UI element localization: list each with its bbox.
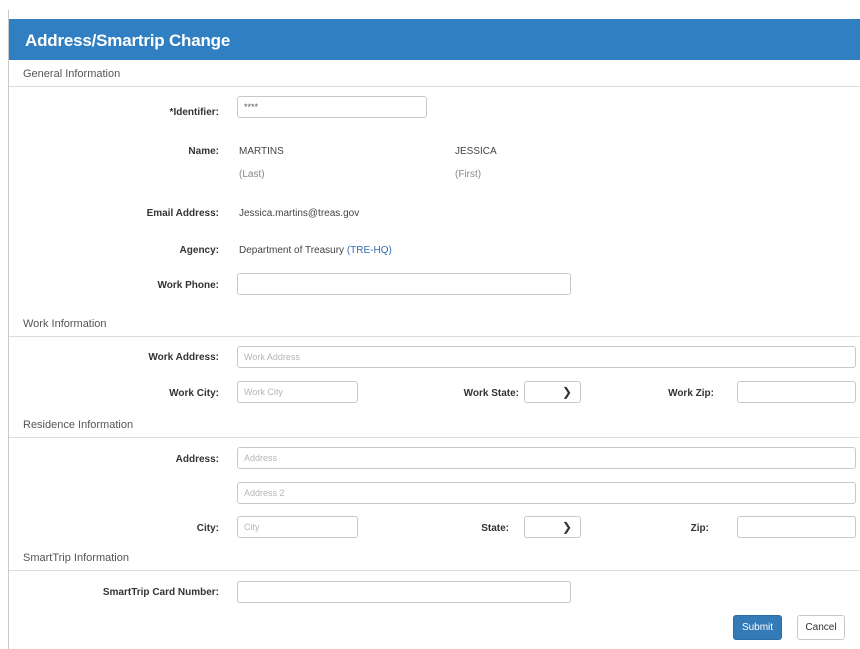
work-city-label: Work City:	[169, 388, 219, 399]
section-divider	[9, 570, 860, 571]
email-label: Email Address:	[146, 208, 219, 219]
name-label: Name:	[188, 146, 219, 157]
agency-name: Department of Treasury	[239, 245, 345, 256]
identifier-input[interactable]	[237, 96, 427, 118]
residence-zip-input[interactable]	[737, 516, 856, 538]
residence-address2-input[interactable]	[237, 482, 856, 504]
work-zip-input[interactable]	[737, 381, 856, 403]
work-phone-input[interactable]	[237, 273, 571, 295]
smarttrip-card-input[interactable]	[237, 581, 571, 603]
agency-label: Agency:	[179, 245, 219, 256]
work-zip-label: Work Zip:	[668, 388, 714, 399]
work-address-label: Work Address:	[148, 352, 219, 363]
agency-value: Department of Treasury (TRE-HQ)	[239, 245, 392, 256]
residence-zip-label: Zip:	[690, 523, 709, 534]
submit-button[interactable]: Submit	[733, 615, 782, 640]
work-phone-label: Work Phone:	[157, 280, 219, 291]
first-name-value: JESSICA	[455, 146, 497, 157]
smarttrip-card-label: SmartTrip Card Number:	[102, 587, 219, 598]
form-panel: Address/Smartrip Change General Informat…	[8, 10, 860, 649]
form-header: Address/Smartrip Change	[9, 19, 860, 60]
work-state-label: Work State:	[463, 388, 519, 399]
cancel-button[interactable]: Cancel	[797, 615, 845, 640]
last-name-value: MARTINS	[239, 146, 284, 157]
last-name-caption: (Last)	[239, 169, 265, 180]
email-value: Jessica.martins@treas.gov	[239, 208, 360, 219]
work-address-input[interactable]	[237, 346, 856, 368]
first-name-caption: (First)	[455, 169, 482, 180]
section-divider	[9, 86, 860, 87]
residence-city-label: City:	[196, 523, 219, 534]
general-section-title: General Information	[23, 68, 121, 80]
residence-section-title: Residence Information	[23, 419, 134, 431]
section-divider	[9, 437, 860, 438]
identifier-label: *Identifier:	[169, 107, 219, 118]
agency-code-link[interactable]: (TRE-HQ)	[347, 245, 392, 256]
smarttrip-section-title: SmartTrip Information	[23, 552, 129, 564]
residence-address-input[interactable]	[237, 447, 856, 469]
residence-state-label: State:	[481, 523, 509, 534]
work-section-title: Work Information	[23, 318, 107, 330]
section-divider	[9, 336, 860, 337]
residence-address-label: Address:	[175, 454, 219, 465]
